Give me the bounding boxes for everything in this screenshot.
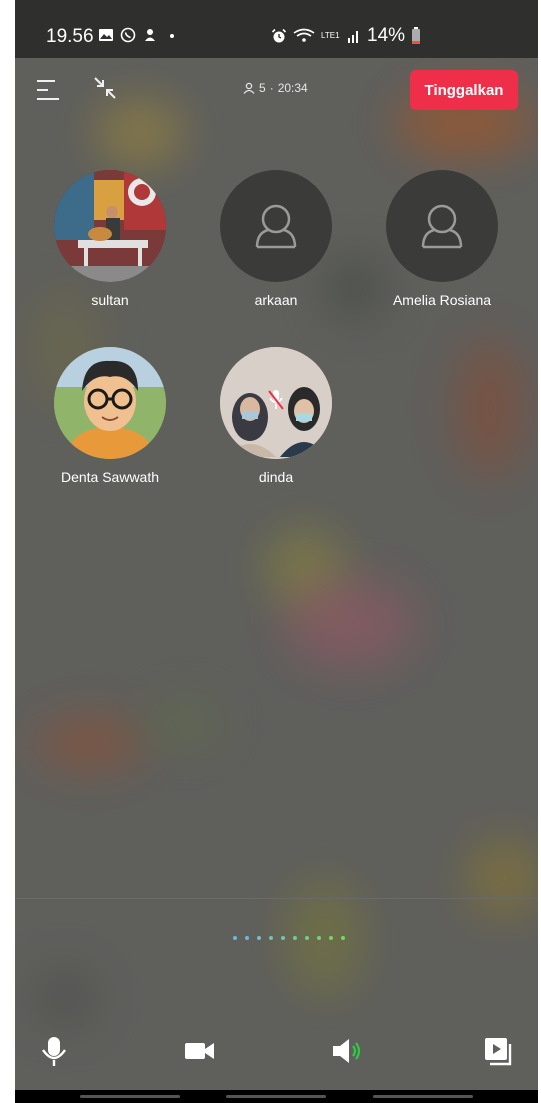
page-indicator — [233, 936, 345, 940]
member-name: Amelia Rosiana — [392, 292, 492, 308]
avatar — [386, 170, 498, 282]
muted-mic-icon — [268, 390, 284, 410]
indicator-dot — [305, 936, 309, 940]
photo-cartoon-boy — [54, 347, 166, 459]
system-nav-bar — [15, 1090, 538, 1103]
member-tile[interactable]: dinda — [206, 347, 346, 485]
indicator-dot — [269, 936, 273, 940]
video-camera-icon[interactable] — [183, 1034, 217, 1068]
indicator-dot — [293, 936, 297, 940]
avatar — [54, 170, 166, 282]
nav-pill[interactable] — [373, 1095, 473, 1098]
avatar — [220, 170, 332, 282]
member-tile[interactable]: Amelia Rosiana — [372, 170, 512, 308]
battery-icon — [412, 27, 421, 44]
phone-screen: 19.56 LTE1 14% 5 · 20:34 Tinggalkan sult… — [15, 0, 538, 1103]
participants-info: 5 · 20:34 — [243, 81, 308, 95]
member-tile[interactable]: Denta Sawwath — [40, 347, 180, 485]
member-name: arkaan — [254, 292, 298, 308]
status-time: 19.56 — [46, 26, 94, 47]
indicator-dot — [329, 936, 333, 940]
nav-pill[interactable] — [226, 1095, 326, 1098]
network-label: LTE1 — [321, 31, 340, 40]
alarm-icon — [271, 28, 287, 43]
dot-icon — [170, 34, 174, 38]
speaker-icon[interactable] — [331, 1034, 365, 1068]
status-bar: 19.56 LTE1 14% — [15, 0, 538, 58]
member-name: dinda — [258, 469, 294, 485]
notification-icons — [98, 27, 180, 43]
battery-percent: 14% — [367, 25, 406, 46]
default-person-icon — [421, 204, 463, 249]
avatar — [220, 347, 332, 459]
system-icons: LTE1 14% — [271, 25, 421, 47]
indicator-dot — [233, 936, 237, 940]
person-icon — [243, 82, 255, 94]
call-timer: 20:34 — [277, 81, 308, 95]
gallery-icon — [99, 29, 113, 41]
whatsapp-icon — [120, 27, 136, 43]
default-person-icon — [255, 204, 297, 249]
screen-share-icon[interactable] — [481, 1034, 515, 1068]
participant-count: 5 — [259, 81, 266, 95]
avatar — [54, 347, 166, 459]
member-name: Denta Sawwath — [60, 469, 160, 485]
menu-icon[interactable] — [35, 78, 63, 102]
member-tile[interactable]: sultan — [40, 170, 180, 308]
indicator-dot — [245, 936, 249, 940]
member-name: sultan — [91, 292, 129, 308]
member-tile[interactable]: arkaan — [206, 170, 346, 308]
nav-pill[interactable] — [80, 1095, 180, 1098]
signal-icon — [348, 31, 358, 43]
app-icon — [145, 29, 155, 41]
divider — [15, 898, 538, 899]
minimize-icon[interactable] — [91, 74, 119, 102]
timer-separator: · — [269, 81, 274, 95]
photo-guitar — [54, 170, 166, 282]
microphone-icon[interactable] — [37, 1034, 71, 1068]
indicator-dot — [341, 936, 345, 940]
leave-button[interactable]: Tinggalkan — [410, 70, 518, 110]
indicator-dot — [281, 936, 285, 940]
indicator-dot — [257, 936, 261, 940]
wifi-icon — [293, 28, 315, 42]
indicator-dot — [317, 936, 321, 940]
